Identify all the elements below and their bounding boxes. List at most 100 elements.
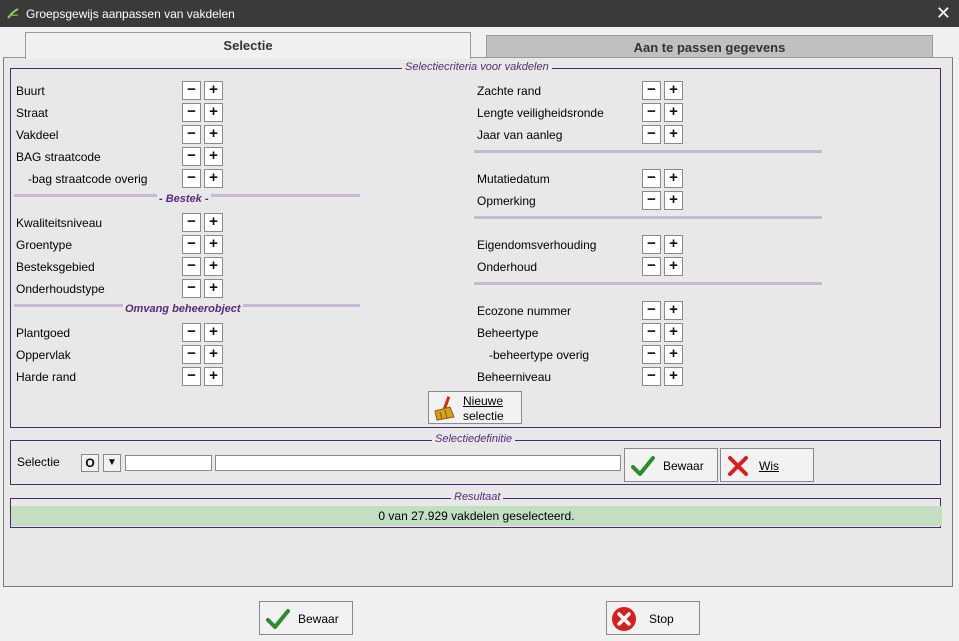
criteria-legend: Selectiecriteria voor vakdelen — [402, 61, 552, 73]
plus-button[interactable]: + — [664, 235, 683, 254]
criteria-label: Oppervlak — [16, 348, 71, 362]
criteria-label: Beheerniveau — [477, 370, 552, 384]
stop-button[interactable]: Stop — [606, 601, 700, 635]
tab-selectie[interactable]: Selectie — [25, 32, 471, 59]
criteria-row: Oppervlak − + — [16, 345, 224, 365]
plus-button[interactable]: + — [204, 103, 223, 122]
criteria-label: Zachte rand — [477, 84, 542, 98]
criteria-label: Plantgoed — [16, 326, 71, 340]
window-title: Groepsgewijs aanpassen van vakdelen — [26, 7, 235, 21]
resultaat-legend: Resultaat — [451, 491, 504, 503]
plus-button[interactable]: + — [204, 147, 223, 166]
minus-button[interactable]: − — [182, 81, 201, 100]
plus-button[interactable]: + — [664, 301, 683, 320]
criteria-label: -bag straatcode overig — [28, 172, 148, 186]
plus-button[interactable]: + — [204, 257, 223, 276]
plus-button[interactable]: + — [664, 257, 683, 276]
minus-button[interactable]: − — [642, 191, 661, 210]
minus-button[interactable]: − — [182, 213, 201, 232]
definitie-legend: Selectiedefinitie — [432, 433, 516, 445]
o-button[interactable]: O — [81, 454, 99, 472]
result-status: 0 van 27.929 vakdelen geselecteerd. — [11, 506, 942, 526]
criteria-label: Beheertype — [477, 326, 539, 340]
minus-button[interactable]: − — [182, 367, 201, 386]
minus-button[interactable]: − — [642, 103, 661, 122]
plus-button[interactable]: + — [664, 191, 683, 210]
minus-button[interactable]: − — [182, 147, 201, 166]
minus-button[interactable]: − — [182, 345, 201, 364]
criteria-row: Onderhoudstype − + — [16, 279, 224, 299]
selectie-label: Selectie — [17, 455, 60, 469]
criteria-label: Onderhoudstype — [16, 282, 105, 296]
clear-button[interactable]: Wis — [720, 448, 814, 482]
criteria-label: Buurt — [16, 84, 45, 98]
minus-button[interactable]: − — [642, 125, 661, 144]
criteria-row: BAG straatcode − + — [16, 147, 224, 167]
minus-button[interactable]: − — [642, 301, 661, 320]
criteria-row: Straat − + — [16, 103, 224, 123]
minus-button[interactable]: − — [182, 235, 201, 254]
plus-button[interactable]: + — [204, 235, 223, 254]
plus-button[interactable]: + — [664, 103, 683, 122]
new-selection-line2: selectie — [463, 409, 504, 423]
close-icon[interactable]: ✕ — [936, 3, 951, 23]
plus-button[interactable]: + — [664, 169, 683, 188]
criteria-label: -beheertype overig — [489, 348, 590, 362]
red-cross-icon — [728, 456, 748, 476]
minus-button[interactable]: − — [182, 279, 201, 298]
minus-button[interactable]: − — [642, 323, 661, 342]
criteria-label: Onderhoud — [477, 260, 538, 274]
criteria-label: Besteksgebied — [16, 260, 95, 274]
plus-button[interactable]: + — [664, 323, 683, 342]
definitie-save-label: Bewaar — [663, 459, 704, 473]
criteria-label: Straat — [16, 106, 49, 120]
plus-button[interactable]: + — [204, 125, 223, 144]
tab-aan-te-passen-gegevens[interactable]: Aan te passen gegevens — [486, 35, 933, 58]
minus-button[interactable]: − — [642, 169, 661, 188]
app-leaf-icon — [7, 8, 19, 19]
plus-button[interactable]: + — [204, 169, 223, 188]
tab-panel: Selectiecriteria voor vakdelen - Bestek … — [3, 57, 953, 587]
selection-dropdown-button[interactable]: ▼ — [103, 454, 121, 472]
minus-button[interactable]: − — [182, 169, 201, 188]
criteria-row: Eigendomsverhouding − + — [477, 235, 684, 255]
criteria-label: Eigendomsverhouding — [477, 238, 597, 252]
minus-button[interactable]: − — [642, 257, 661, 276]
title-bar: Groepsgewijs aanpassen van vakdelen ✕ — [0, 0, 959, 27]
minus-button[interactable]: − — [182, 323, 201, 342]
definitie-save-button[interactable]: Bewaar — [624, 448, 718, 482]
minus-button[interactable]: − — [642, 81, 661, 100]
clear-label: Wis — [759, 459, 779, 473]
minus-button[interactable]: − — [642, 345, 661, 364]
save-label: Bewaar — [298, 612, 339, 626]
save-button[interactable]: Bewaar — [259, 601, 353, 635]
minus-button[interactable]: − — [182, 125, 201, 144]
new-selection-button[interactable]: Nieuwe selectie — [428, 391, 522, 424]
plus-button[interactable]: + — [204, 345, 223, 364]
criteria-label: Jaar van aanleg — [477, 128, 563, 142]
plus-button[interactable]: + — [204, 81, 223, 100]
plus-button[interactable]: + — [204, 279, 223, 298]
minus-button[interactable]: − — [642, 367, 661, 386]
criteria-row: Jaar van aanleg − + — [477, 125, 684, 145]
selection-code-input[interactable] — [125, 455, 212, 471]
criteria-row: -bag straatcode overig − + — [16, 169, 224, 189]
selection-name-input[interactable] — [215, 455, 621, 471]
minus-button[interactable]: − — [642, 235, 661, 254]
minus-button[interactable]: − — [182, 103, 201, 122]
plus-button[interactable]: + — [664, 125, 683, 144]
plus-button[interactable]: + — [204, 367, 223, 386]
bestek-heading: - Bestek - — [157, 193, 211, 205]
plus-button[interactable]: + — [664, 345, 683, 364]
divider — [474, 216, 822, 219]
criteria-row: Lengte veiligheidsronde − + — [477, 103, 684, 123]
minus-button[interactable]: − — [182, 257, 201, 276]
plus-button[interactable]: + — [664, 81, 683, 100]
stop-label: Stop — [649, 612, 674, 626]
criteria-row: Besteksgebied − + — [16, 257, 224, 277]
plus-button[interactable]: + — [664, 367, 683, 386]
plus-button[interactable]: + — [204, 213, 223, 232]
plus-button[interactable]: + — [204, 323, 223, 342]
stop-icon — [612, 607, 636, 631]
criteria-row: Zachte rand − + — [477, 81, 684, 101]
